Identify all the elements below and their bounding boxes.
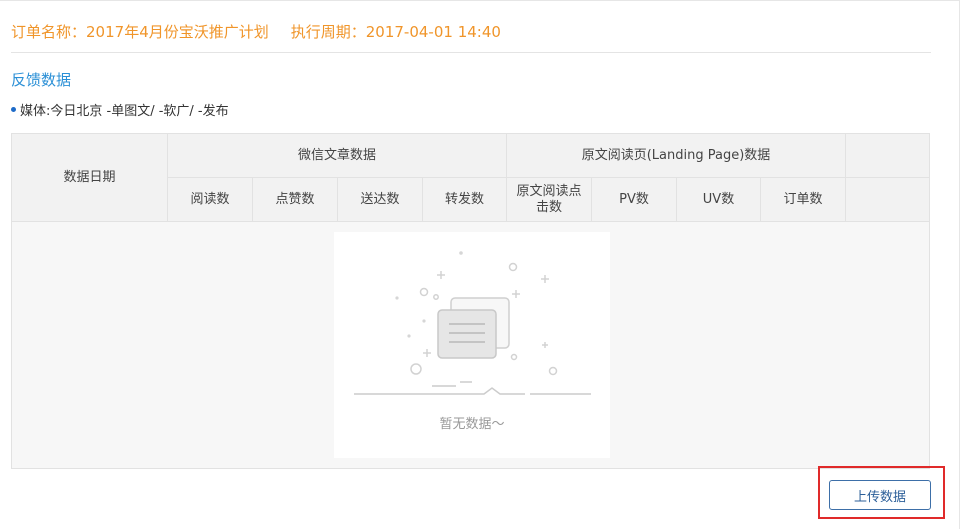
col-header-original-clicks-line1: 原文阅读点 — [516, 183, 582, 199]
empty-state: 暂无数据～ — [334, 232, 610, 458]
col-header-pv: PV数 — [592, 178, 677, 222]
empty-documents-illustration-icon — [354, 251, 591, 395]
order-name-value: 2017年4月份宝沃推广计划 — [86, 23, 269, 41]
col-header-original-clicks: 原文阅读点 击数 — [507, 178, 592, 222]
col-header-original-clicks-line2: 击数 — [535, 199, 562, 215]
upload-data-button[interactable]: 上传数据 — [829, 480, 931, 510]
col-header-extra — [846, 178, 929, 222]
media-info-text: 媒体:今日北京 -单图文/ -软广/ -发布 — [20, 104, 229, 119]
bullet-dot-icon — [11, 107, 16, 112]
order-name-label: 订单名称： — [11, 23, 87, 41]
col-header-date: 数据日期 — [12, 134, 168, 222]
col-header-likes: 点赞数 — [253, 178, 338, 222]
order-header: 订单名称：2017年4月份宝沃推广计划 执行周期：2017-04-01 14:40 — [11, 21, 501, 42]
table-header: 数据日期 微信文章数据 原文阅读页(Landing Page)数据 阅读数 点赞… — [12, 134, 929, 222]
media-info: 媒体:今日北京 -单图文/ -软广/ -发布 — [11, 100, 229, 119]
feedback-data-table: 数据日期 微信文章数据 原文阅读页(Landing Page)数据 阅读数 点赞… — [11, 133, 930, 469]
col-header-orders: 订单数 — [761, 178, 846, 222]
page-top-border — [0, 0, 960, 1]
col-header-shares: 转发数 — [423, 178, 507, 222]
feedback-section-title: 反馈数据 — [11, 71, 72, 89]
col-header-delivered: 送达数 — [338, 178, 423, 222]
group-header-landing: 原文阅读页(Landing Page)数据 — [507, 134, 846, 178]
col-header-uv: UV数 — [677, 178, 761, 222]
group-header-wechat: 微信文章数据 — [168, 134, 507, 178]
header-divider — [11, 52, 931, 53]
group-header-empty — [846, 134, 929, 178]
col-header-reads: 阅读数 — [168, 178, 253, 222]
order-period-value: 2017-04-01 14:40 — [365, 23, 501, 41]
order-period-label: 执行周期： — [290, 23, 366, 41]
empty-state-text: 暂无数据～ — [439, 417, 505, 432]
